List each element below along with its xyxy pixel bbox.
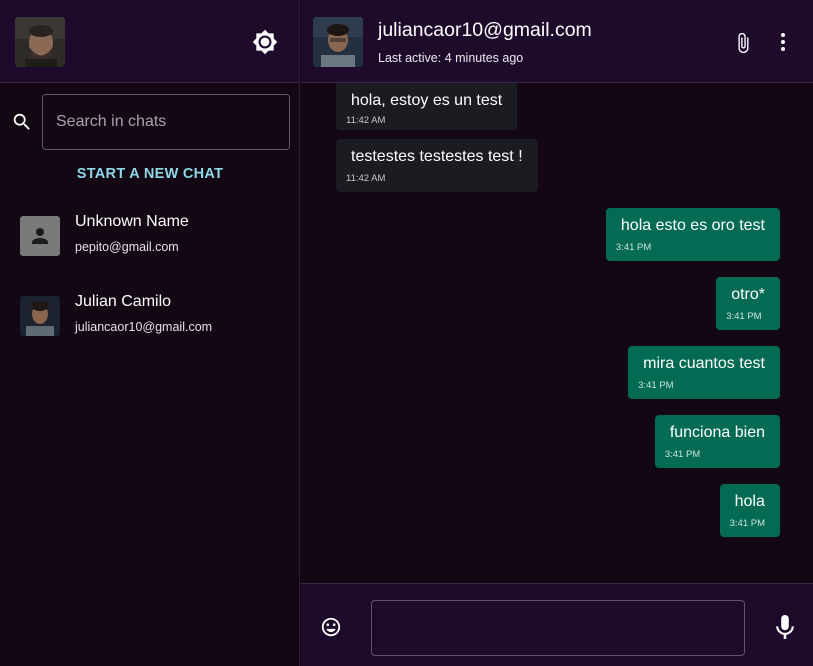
message-bubble-incoming: hola, estoy es un test 11:42 AM: [336, 83, 518, 130]
message-bubble-outgoing: otro* 3:41 PM: [716, 277, 780, 330]
sidebar-header: [0, 0, 299, 83]
message-time: 3:41 PM: [726, 311, 762, 322]
brightness-icon[interactable]: [252, 29, 278, 55]
start-new-chat-button[interactable]: START A NEW CHAT: [0, 166, 300, 182]
my-avatar[interactable]: [15, 17, 65, 67]
chat-list-item[interactable]: Julian Camilo juliancaor10@gmail.com: [0, 287, 300, 357]
chat-header: juliancaor10@gmail.com Last active: 4 mi…: [301, 0, 813, 83]
message-text: mira cuantos test: [643, 355, 765, 372]
search-icon: [11, 111, 33, 133]
sidebar: START A NEW CHAT Unknown Name pepito@gma…: [0, 0, 300, 666]
message-text: otro*: [731, 286, 765, 303]
chat-panel: juliancaor10@gmail.com Last active: 4 mi…: [301, 0, 813, 666]
paperclip-icon[interactable]: [732, 30, 754, 56]
message-bubble-outgoing: hola esto es oro test 3:41 PM: [605, 208, 780, 261]
message-text: testestes testestes test !: [351, 148, 523, 165]
message-list[interactable]: hola, estoy es un test 11:42 AM testeste…: [301, 83, 813, 583]
more-vert-icon[interactable]: [775, 31, 791, 53]
message-bubble-outgoing: mira cuantos test 3:41 PM: [628, 346, 780, 399]
search-input[interactable]: [42, 94, 290, 150]
contact-avatar[interactable]: [313, 17, 363, 67]
chat-list-item[interactable]: Unknown Name pepito@gmail.com: [0, 207, 300, 277]
search-row: [0, 83, 299, 163]
chat-item-name: Unknown Name: [75, 213, 189, 230]
message-input[interactable]: [371, 600, 745, 656]
chat-item-email: juliancaor10@gmail.com: [75, 320, 213, 334]
message-composer: [301, 583, 813, 666]
message-text: hola: [734, 493, 765, 510]
microphone-icon[interactable]: [776, 615, 794, 639]
message-bubble-outgoing: funciona bien 3:41 PM: [654, 415, 780, 468]
message-text: hola esto es oro test: [620, 217, 765, 234]
message-time: 11:42 AM: [346, 115, 386, 126]
contact-email: juliancaor10@gmail.com: [378, 19, 592, 41]
person-icon: [20, 216, 60, 256]
last-active-status: Last active: 4 minutes ago: [378, 51, 524, 65]
avatar: [20, 296, 60, 336]
message-bubble-incoming: testestes testestes test ! 11:42 AM: [336, 139, 538, 192]
message-bubble-outgoing: hola 3:41 PM: [719, 484, 780, 537]
message-time: 3:41 PM: [638, 380, 674, 391]
chat-item-email: pepito@gmail.com: [75, 240, 179, 254]
message-time: 3:41 PM: [615, 242, 652, 253]
message-text: funciona bien: [669, 424, 765, 441]
message-text: hola, estoy es un test: [351, 92, 503, 109]
chat-item-name: Julian Camilo: [75, 293, 172, 310]
message-time: 11:42 AM: [346, 173, 386, 184]
emoji-icon[interactable]: [320, 616, 342, 638]
message-time: 3:41 PM: [729, 518, 765, 529]
message-time: 3:41 PM: [664, 449, 701, 460]
